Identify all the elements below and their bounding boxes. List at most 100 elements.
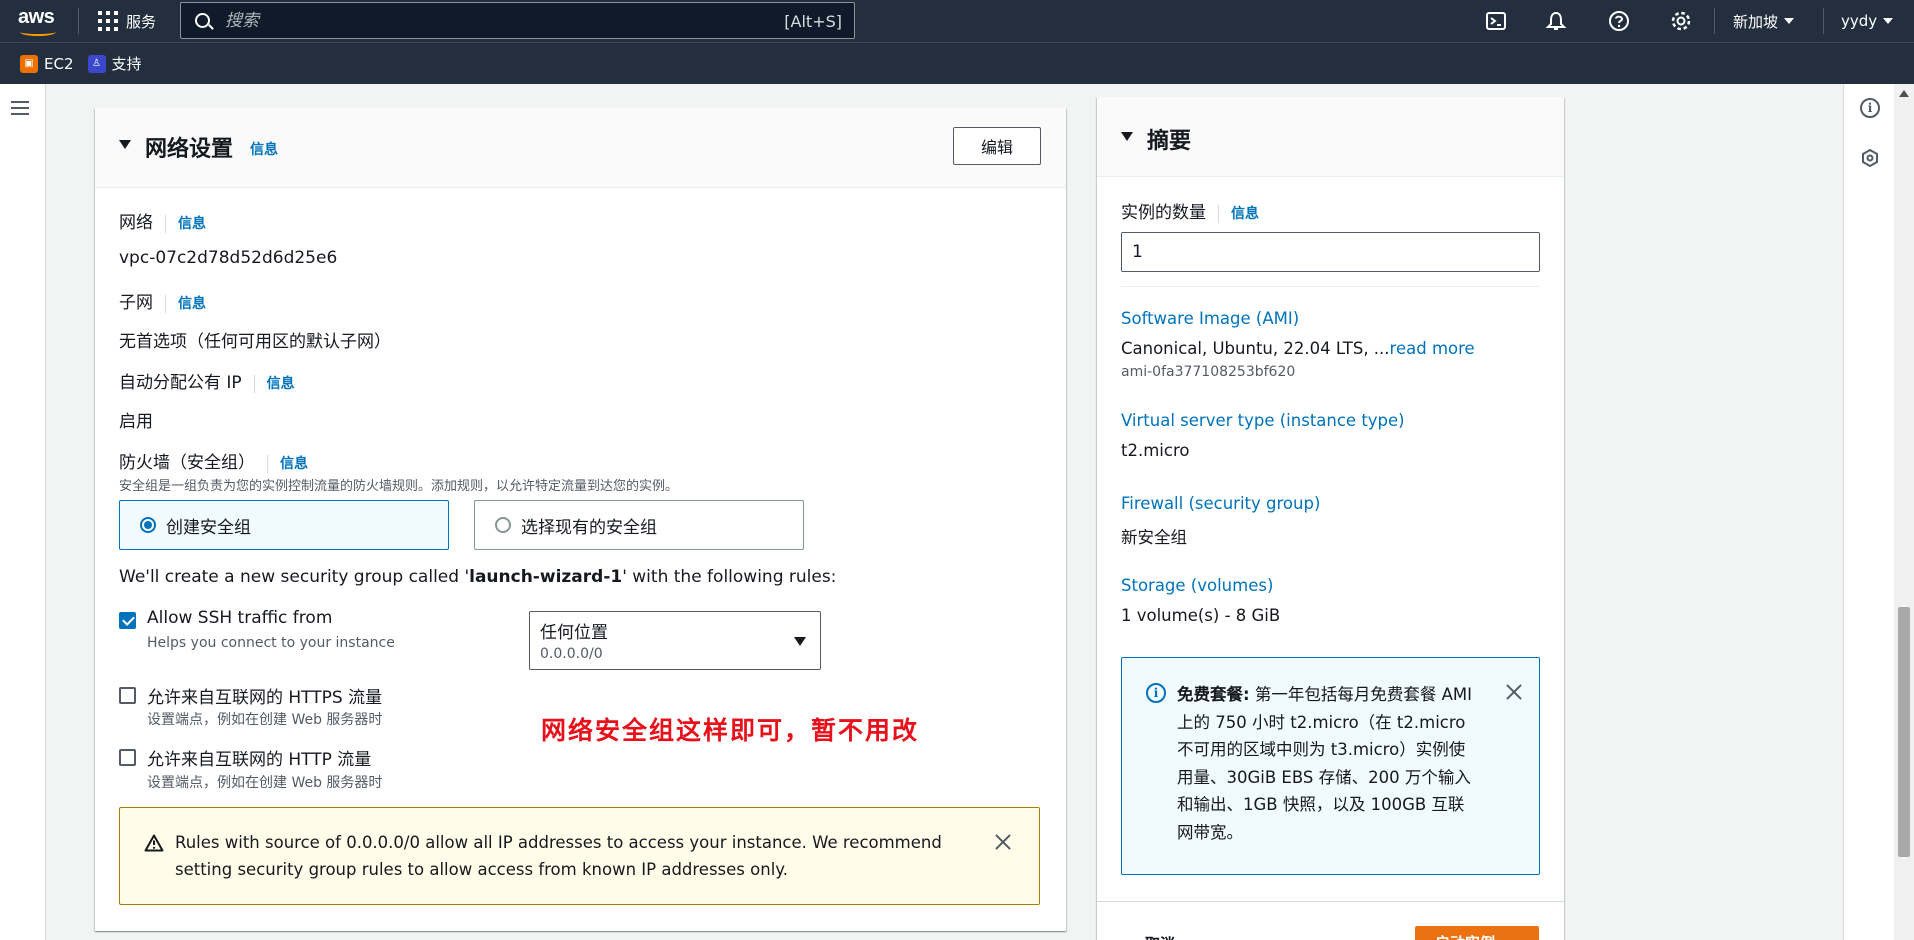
https-description: 设置端点，例如在创建 Web 服务器时	[147, 712, 383, 728]
favorite-label: 支持	[111, 55, 142, 73]
ami-label[interactable]: Software Image (AMI)	[1121, 309, 1299, 328]
search-box[interactable]: [Alt+S]	[180, 2, 855, 39]
caret-down-icon[interactable]	[119, 140, 131, 149]
close-icon[interactable]	[995, 834, 1011, 850]
divider	[1823, 8, 1824, 34]
scroll-up-icon[interactable]	[1899, 90, 1909, 97]
services-menu-button[interactable]: 服务	[98, 0, 156, 42]
search-icon	[195, 13, 210, 28]
network-field-label: 网络 信息	[119, 208, 206, 233]
divider	[165, 214, 166, 233]
favorite-label: EC2	[44, 54, 74, 73]
bell-icon[interactable]	[1545, 10, 1567, 32]
divider	[1714, 8, 1715, 34]
public-ip-label: 自动分配公有 IP	[119, 373, 242, 393]
menu-icon[interactable]	[11, 101, 29, 115]
storage-label[interactable]: Storage (volumes)	[1121, 576, 1273, 595]
edit-button[interactable]: 编辑	[953, 127, 1041, 165]
divider	[253, 374, 255, 393]
source-value: 任何位置	[540, 623, 608, 643]
info-link[interactable]: 信息	[178, 216, 206, 232]
cancel-button[interactable]: 取消	[1145, 933, 1175, 940]
info-link[interactable]: 信息	[267, 376, 295, 392]
firewall-summary-label[interactable]: Firewall (security group)	[1121, 494, 1320, 513]
sg-name: launch-wizard-1	[469, 567, 623, 587]
read-more-link[interactable]: read more	[1390, 339, 1475, 358]
divider	[1121, 286, 1540, 287]
region-selector[interactable]: 新加坡	[1733, 0, 1795, 42]
create-security-group-option[interactable]: 创建安全组	[119, 500, 449, 550]
firewall-description: 安全组是一组负责为您的实例控制流量的防火墙规则。添加规则，以允许特定流量到达您的…	[119, 479, 679, 494]
scrollbar-thumb[interactable]	[1898, 607, 1910, 857]
ec2-icon: ▣	[20, 54, 38, 73]
qty-label: 实例的数量	[1121, 203, 1206, 223]
radio-label: 选择现有的安全组	[521, 517, 657, 538]
sg-sentence-pre: We'll create a new security group called…	[119, 567, 470, 587]
page-title: 网络设置	[145, 137, 234, 162]
warning-alert: Rules with source of 0.0.0.0/0 allow all…	[119, 807, 1040, 905]
free-tier-text: 免费套餐: 第一年包括每月免费套餐 AMI 上的 750 小时 t2.micro…	[1177, 681, 1477, 846]
gear-icon[interactable]	[1670, 10, 1692, 32]
favorite-support[interactable]: ♙ 支持	[87, 53, 142, 74]
launch-instance-button[interactable]: 启动实例	[1415, 926, 1539, 940]
ssh-checkbox[interactable]	[119, 612, 136, 629]
aws-smile-icon	[20, 28, 56, 36]
info-link[interactable]: 信息	[178, 296, 206, 312]
free-tier-bold: 免费套餐:	[1177, 685, 1250, 704]
radio-label: 创建安全组	[166, 517, 251, 538]
radio-selected-icon	[140, 517, 156, 533]
info-link[interactable]: 信息	[1231, 206, 1259, 222]
divider	[165, 294, 166, 313]
warning-text: Rules with source of 0.0.0.0/0 allow all…	[175, 833, 942, 879]
feedback-icon[interactable]	[1860, 148, 1880, 168]
storage-value: 1 volume(s) - 8 GiB	[1121, 606, 1281, 625]
cloudshell-icon[interactable]	[1485, 10, 1507, 32]
chevron-down-icon	[1784, 18, 1795, 24]
instance-type-label[interactable]: Virtual server type (instance type)	[1121, 411, 1405, 430]
page-scrollbar[interactable]	[1894, 84, 1914, 940]
subnet-value: 无首选项（任何可用区的默认子网）	[119, 332, 391, 352]
summary-panel: 摘要 实例的数量 信息 Software Image (AMI) Canonica…	[1097, 97, 1564, 940]
http-label: 允许来自互联网的 HTTP 流量	[147, 750, 372, 770]
https-label: 允许来自互联网的 HTTPS 流量	[147, 688, 383, 708]
network-settings-panel: 网络设置 信息 编辑 网络 信息 vpc-07c2d78d52d6d25e6 子网…	[95, 108, 1066, 931]
ami-value-row: Canonical, Ubuntu, 22.04 LTS, ...read mo…	[1121, 339, 1475, 358]
user-label: yydy	[1841, 12, 1878, 30]
info-link[interactable]: 信息	[280, 456, 308, 472]
network-settings-header: 网络设置 信息 编辑	[95, 108, 1066, 188]
firewall-field-label: 防火墙（安全组） 信息	[119, 448, 308, 473]
info-link[interactable]: 信息	[250, 139, 278, 159]
support-icon: ♙	[87, 54, 106, 73]
ssh-source-select[interactable]: 任何位置 0.0.0.0/0	[529, 611, 821, 670]
summary-header: 摘要	[1097, 97, 1564, 177]
left-rail	[0, 84, 46, 940]
favorite-ec2[interactable]: ▣ EC2	[20, 54, 74, 73]
search-input[interactable]	[225, 9, 725, 33]
https-checkbox[interactable]	[119, 687, 136, 704]
source-cidr: 0.0.0.0/0	[540, 646, 603, 662]
instance-type-value: t2.micro	[1121, 441, 1190, 460]
firewall-summary-value: 新安全组	[1121, 528, 1187, 547]
aws-logo-text: aws	[18, 6, 55, 28]
firewall-label: 防火墙（安全组）	[119, 453, 255, 473]
info-icon[interactable]: i	[1860, 98, 1880, 118]
account-menu[interactable]: yydy	[1841, 0, 1894, 42]
caret-down-icon[interactable]	[1121, 132, 1133, 141]
divider	[1218, 204, 1219, 223]
free-tier-body: 第一年包括每月免费套餐 AMI 上的 750 小时 t2.micro（在 t2.…	[1177, 685, 1472, 842]
info-icon: i	[1146, 683, 1166, 703]
network-value: vpc-07c2d78d52d6d25e6	[119, 248, 338, 268]
http-checkbox[interactable]	[119, 749, 136, 766]
sg-sentence-post: ' with the following rules:	[622, 567, 837, 587]
instance-count-input[interactable]	[1121, 232, 1540, 272]
network-label: 网络	[119, 213, 153, 233]
divider	[78, 8, 79, 34]
help-icon[interactable]	[1608, 10, 1630, 32]
caret-down-icon	[794, 637, 806, 646]
aws-logo[interactable]: aws	[18, 6, 62, 36]
security-group-sentence: We'll create a new security group called…	[119, 567, 836, 587]
select-existing-security-group-option[interactable]: 选择现有的安全组	[474, 500, 804, 550]
public-ip-field-label: 自动分配公有 IP 信息	[119, 368, 295, 393]
warning-icon	[144, 834, 164, 852]
close-icon[interactable]	[1506, 684, 1522, 700]
